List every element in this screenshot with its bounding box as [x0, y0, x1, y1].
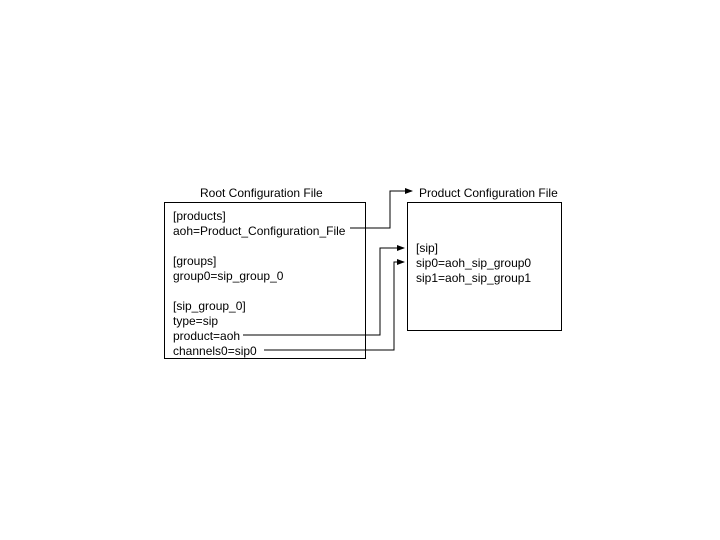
product-config-title: Product Configuration File [419, 186, 558, 200]
sip-line2: sip1=aoh_sip_group1 [416, 271, 531, 285]
root-config-title: Root Configuration File [200, 186, 323, 200]
sipgroup-header: [sip_group_0] [173, 299, 246, 313]
product-config-content: [sip] sip0=aoh_sip_group0 sip1=aoh_sip_g… [408, 203, 561, 292]
sipgroup-channels: channels0=sip0 [173, 344, 257, 358]
groups-header: [groups] [173, 254, 216, 268]
products-header: [products] [173, 209, 226, 223]
products-line: aoh=Product_Configuration_File [173, 224, 345, 238]
sipgroup-product: product=aoh [173, 329, 240, 343]
sip-line1: sip0=aoh_sip_group0 [416, 256, 531, 270]
groups-line: group0=sip_group_0 [173, 269, 283, 283]
sip-header: [sip] [416, 241, 438, 255]
root-config-content: [products] aoh=Product_Configuration_Fil… [165, 203, 365, 365]
root-config-box: [products] aoh=Product_Configuration_Fil… [164, 202, 366, 359]
sipgroup-type: type=sip [173, 314, 218, 328]
product-config-box: [sip] sip0=aoh_sip_group0 sip1=aoh_sip_g… [407, 202, 562, 331]
